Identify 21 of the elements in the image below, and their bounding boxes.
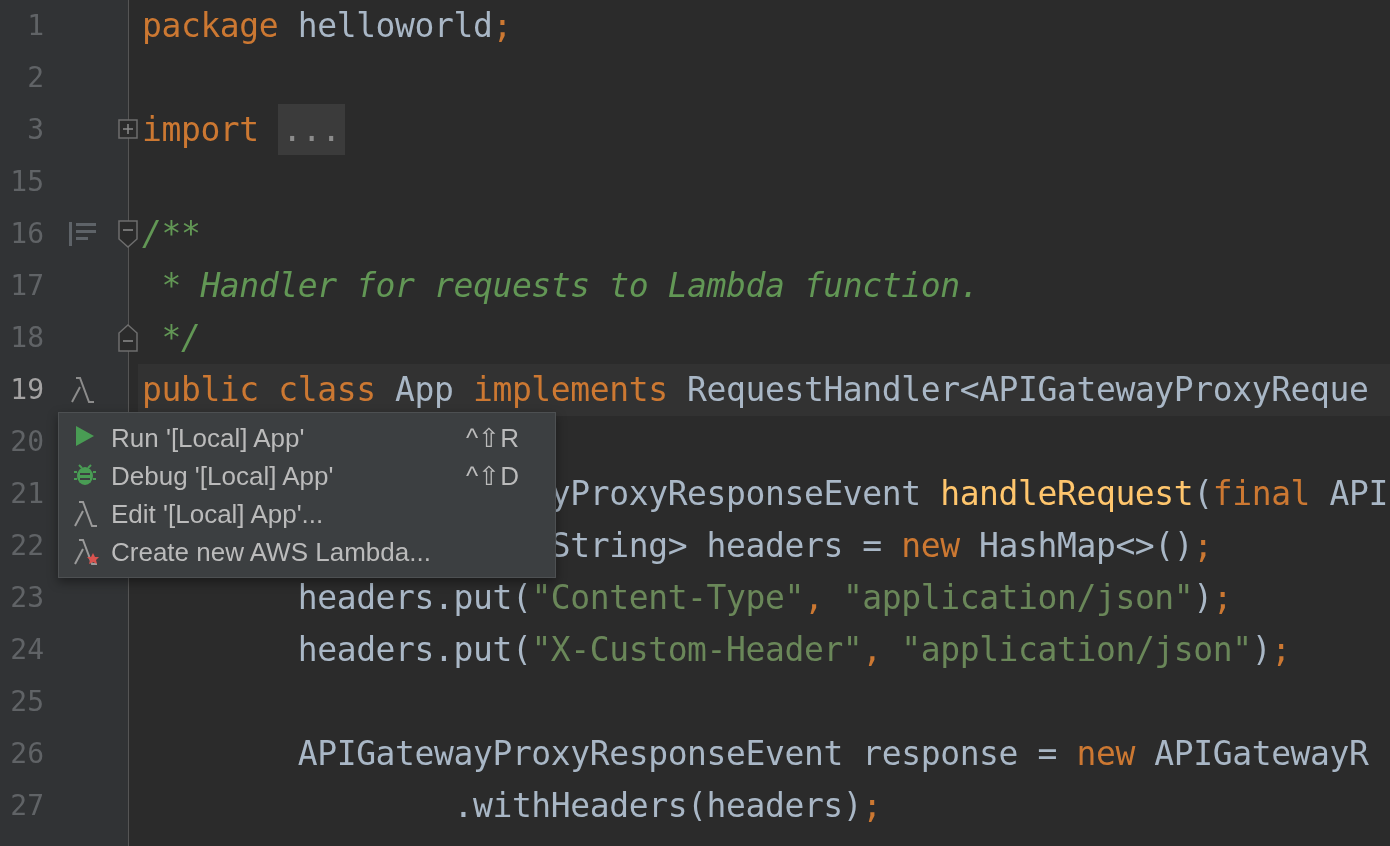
code-line: public class App implements RequestHandler<APIGatewayProxyReque bbox=[142, 369, 1369, 412]
shortcut-label: ^⇧R bbox=[466, 421, 519, 455]
code-line: headers.put("Content-Type", "application/json"); bbox=[297, 577, 1233, 620]
code-line: import ... bbox=[142, 105, 345, 155]
lambda-icon bbox=[73, 500, 99, 528]
code-line: headers.put("X-Custom-Header", "application/json"); bbox=[297, 629, 1291, 672]
lambda-icon[interactable] bbox=[69, 376, 97, 404]
code-line: */ bbox=[161, 317, 201, 360]
documentation-icon[interactable] bbox=[67, 220, 99, 248]
code-line: .withHeaders(headers); bbox=[453, 785, 882, 828]
code-line: /** bbox=[142, 213, 201, 256]
lambda-icon bbox=[73, 538, 99, 566]
menu-item[interactable]: Run '[Local] App' ^⇧R bbox=[59, 419, 555, 457]
collapse-fold-icon[interactable] bbox=[118, 220, 138, 248]
line-number: 19 bbox=[9, 372, 44, 408]
expand-fold-icon[interactable] bbox=[118, 119, 138, 141]
collapse-fold-icon[interactable] bbox=[118, 324, 138, 352]
shortcut-label: ^⇧D bbox=[466, 459, 519, 493]
code-line: APIGatewayProxyResponseEvent response = new APIGatewayR bbox=[297, 733, 1369, 776]
code-line: * Handler for requests to Lambda function. bbox=[161, 265, 980, 308]
code-line: package helloworld; bbox=[142, 5, 512, 48]
